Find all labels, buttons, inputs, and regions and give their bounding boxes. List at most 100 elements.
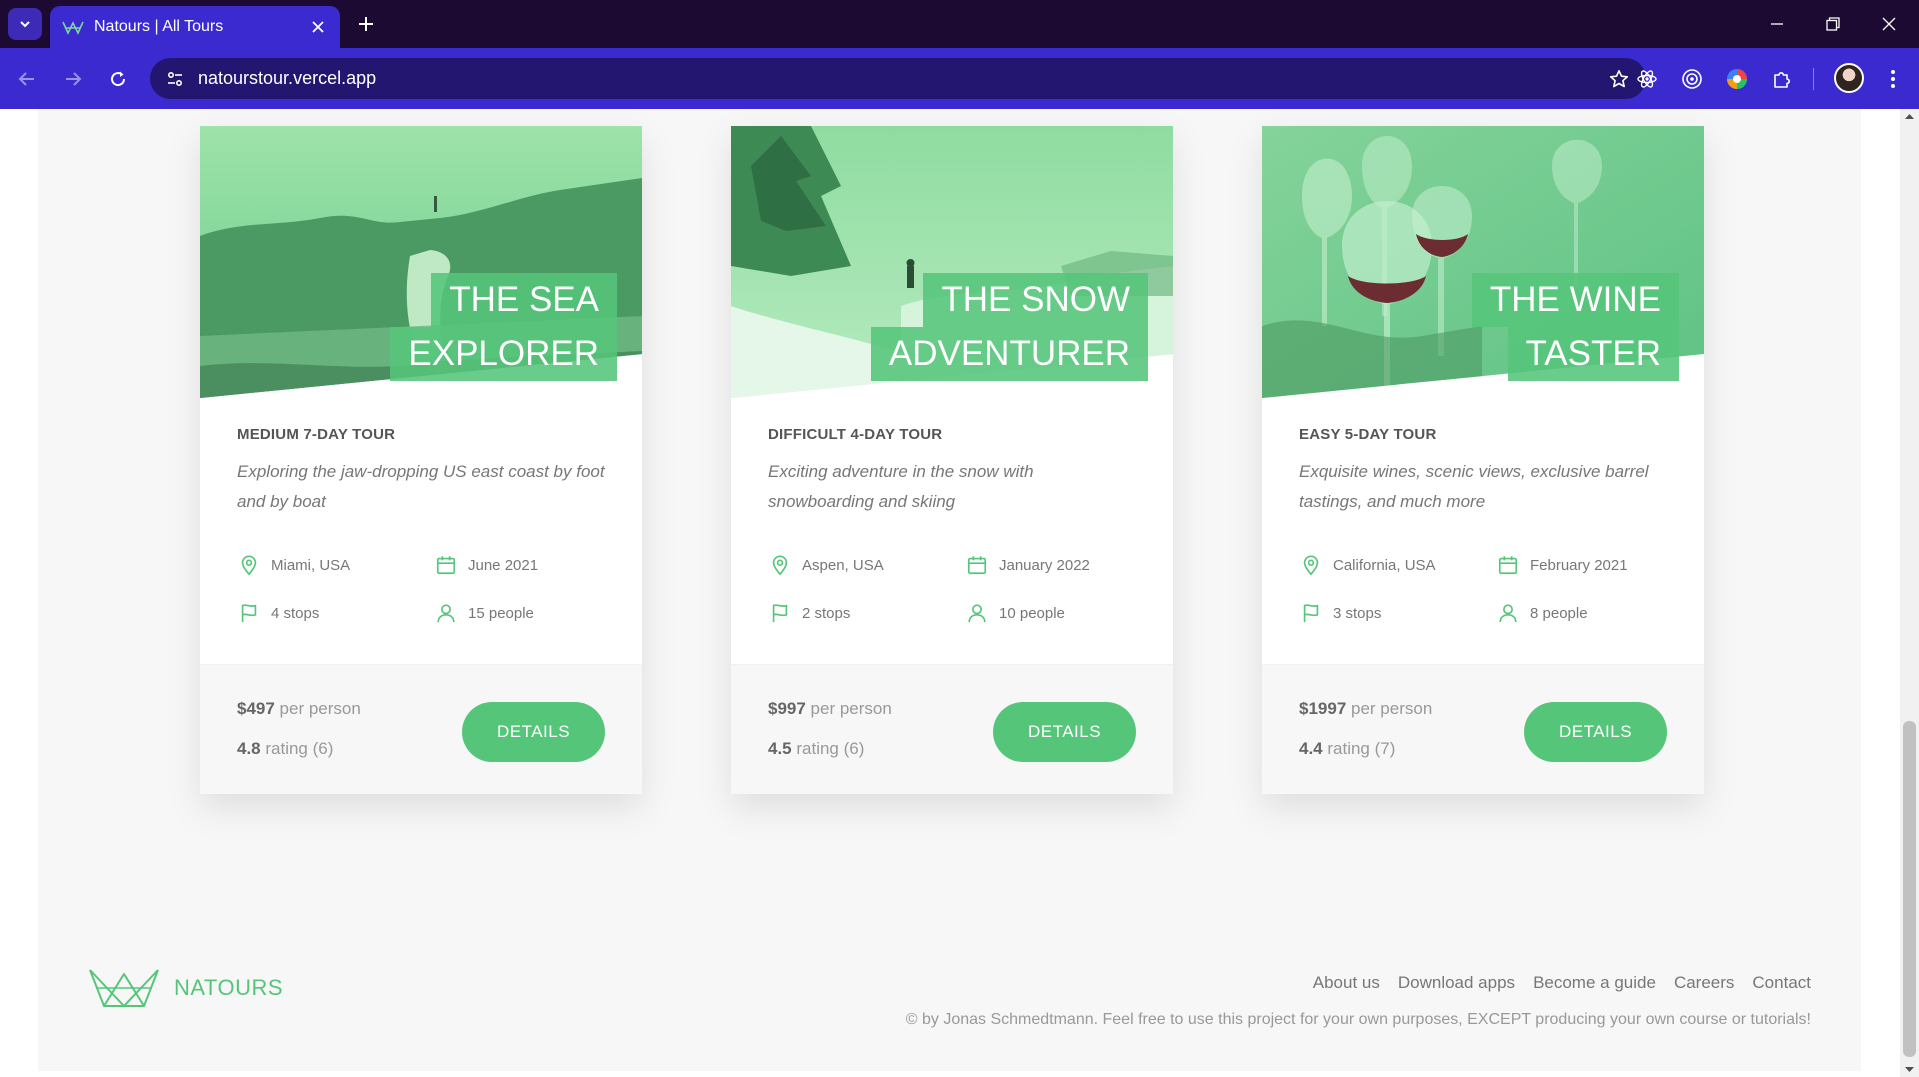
tour-location: Miami, USA <box>237 553 434 577</box>
natours-favicon-icon <box>62 21 84 35</box>
extensions-puzzle-icon[interactable] <box>1767 64 1797 94</box>
tour-stops-text: 3 stops <box>1333 604 1382 622</box>
details-button[interactable]: DETAILS <box>1524 702 1667 762</box>
rating-suffix: rating (7) <box>1322 739 1396 758</box>
tab-bar: Natours | All Tours <box>0 0 1919 48</box>
tour-people: 10 people <box>965 601 1138 625</box>
tour-location-text: Miami, USA <box>271 556 351 574</box>
tour-date: February 2021 <box>1496 553 1669 577</box>
tour-summary: Exploring the jaw-dropping US east coast… <box>237 462 605 511</box>
minimize-icon <box>1771 23 1783 25</box>
close-icon <box>1882 17 1896 31</box>
tour-card: THE SNOW ADVENTURER DIFFICULT 4-DAY TOUR… <box>731 126 1173 794</box>
tour-location: California, USA <box>1299 553 1496 577</box>
tour-card: THE WINE TASTER EASY 5-DAY TOUR Exquisit… <box>1262 126 1704 794</box>
arrow-left-icon <box>18 72 34 86</box>
colorful-extension-icon[interactable] <box>1722 64 1752 94</box>
new-tab-button[interactable] <box>352 10 380 38</box>
tour-details: Miami, USA June 2021 4 stops 15 people <box>237 553 607 625</box>
minimize-button[interactable] <box>1749 0 1805 48</box>
map-pin-icon <box>768 553 792 577</box>
tour-stops-text: 2 stops <box>802 604 851 622</box>
tour-location-text: Aspen, USA <box>802 556 884 574</box>
tour-stops-text: 4 stops <box>271 604 320 622</box>
bookmark-star-icon[interactable] <box>1604 64 1634 94</box>
tour-title: THE SNOW ADVENTURER <box>870 273 1148 381</box>
tab-search-button[interactable] <box>8 8 42 40</box>
reload-button[interactable] <box>101 62 135 96</box>
tour-title: THE WINE TASTER <box>1471 273 1679 381</box>
price-value: $497 <box>237 699 275 718</box>
tour-card-footer: $997 per person 4.5 rating (6) DETAILS <box>731 664 1173 794</box>
tour-people-text: 10 people <box>999 604 1065 622</box>
scroll-up-arrow-icon[interactable] <box>1904 111 1915 122</box>
url-text[interactable]: natourstour.vercel.app <box>198 68 1604 89</box>
restore-icon <box>1826 17 1840 31</box>
user-icon <box>1496 601 1520 625</box>
scroll-down-arrow-icon[interactable] <box>1904 1064 1915 1075</box>
reload-icon <box>111 71 126 87</box>
calendar-icon <box>434 553 458 577</box>
footer-link-become-a-guide[interactable]: Become a guide <box>1533 973 1656 993</box>
tour-date-text: January 2022 <box>999 556 1090 574</box>
plus-icon <box>359 17 373 31</box>
tour-title-line: THE SNOW <box>923 273 1148 327</box>
target-extension-icon[interactable] <box>1677 64 1707 94</box>
browser-toolbar: natourstour.vercel.app <box>0 48 1919 109</box>
rating-suffix: rating (6) <box>260 739 334 758</box>
tour-stops: 2 stops <box>768 601 965 625</box>
footer-nav: About us Download apps Become a guide Ca… <box>1313 973 1811 993</box>
flag-icon <box>768 601 792 625</box>
price-value: $997 <box>768 699 806 718</box>
site-info-icon[interactable] <box>164 68 186 90</box>
close-tab-icon[interactable] <box>308 17 328 37</box>
back-button[interactable] <box>10 62 44 96</box>
tour-card: THE SEA EXPLORER MEDIUM 7-DAY TOUR Explo… <box>200 126 642 794</box>
tour-rating: 4.8 rating (6) <box>237 739 333 759</box>
tour-difficulty: DIFFICULT 4-DAY TOUR <box>768 426 943 443</box>
calendar-icon <box>1496 553 1520 577</box>
tour-title-line: ADVENTURER <box>870 327 1148 381</box>
forward-button[interactable] <box>56 62 90 96</box>
page-scrollbar[interactable] <box>1900 109 1919 1077</box>
price-suffix: per person <box>805 699 892 718</box>
copyright-text: © by Jonas Schmedtmann. Feel free to use… <box>905 1011 1811 1028</box>
footer-link-about-us[interactable]: About us <box>1313 973 1380 993</box>
tour-details: California, USA February 2021 3 stops 8 … <box>1299 553 1669 625</box>
tour-people: 15 people <box>434 601 607 625</box>
footer-link-careers[interactable]: Careers <box>1674 973 1734 993</box>
tour-stops: 4 stops <box>237 601 434 625</box>
tour-summary: Exciting adventure in the snow with snow… <box>768 462 1034 511</box>
details-button[interactable]: DETAILS <box>462 702 605 762</box>
footer-link-download-apps[interactable]: Download apps <box>1398 973 1515 993</box>
tour-stops: 3 stops <box>1299 601 1496 625</box>
user-icon <box>965 601 989 625</box>
react-devtools-icon[interactable] <box>1632 64 1662 94</box>
browser-menu-icon[interactable] <box>1878 64 1908 94</box>
user-icon <box>434 601 458 625</box>
tab-natours[interactable]: Natours | All Tours <box>50 6 340 48</box>
tour-location: Aspen, USA <box>768 553 965 577</box>
close-window-button[interactable] <box>1861 0 1917 48</box>
map-pin-icon <box>1299 553 1323 577</box>
tour-title: THE SEA EXPLORER <box>390 273 617 381</box>
flag-icon <box>1299 601 1323 625</box>
page-viewport: THE SEA EXPLORER MEDIUM 7-DAY TOUR Explo… <box>0 109 1900 1077</box>
tour-card-body: EASY 5-DAY TOUR Exquisite wines, scenic … <box>1262 398 1704 664</box>
profile-avatar[interactable] <box>1834 63 1864 93</box>
tour-people-text: 15 people <box>468 604 534 622</box>
tour-title-line: TASTER <box>1507 327 1679 381</box>
details-button[interactable]: DETAILS <box>993 702 1136 762</box>
restore-button[interactable] <box>1805 0 1861 48</box>
address-bar[interactable]: natourstour.vercel.app <box>150 58 1646 99</box>
tour-title-line: EXPLORER <box>390 327 617 381</box>
scrollbar-thumb[interactable] <box>1903 721 1916 1057</box>
tour-date: June 2021 <box>434 553 607 577</box>
footer-logo[interactable]: NATOURS <box>88 968 283 1008</box>
tour-title-line: THE WINE <box>1471 273 1679 327</box>
tour-date-text: June 2021 <box>468 556 539 574</box>
footer-link-contact[interactable]: Contact <box>1752 973 1811 993</box>
tour-price: $497 per person <box>237 699 361 719</box>
site-footer: NATOURS About us Download apps Become a … <box>38 949 1861 1071</box>
tour-difficulty: EASY 5-DAY TOUR <box>1299 426 1437 443</box>
